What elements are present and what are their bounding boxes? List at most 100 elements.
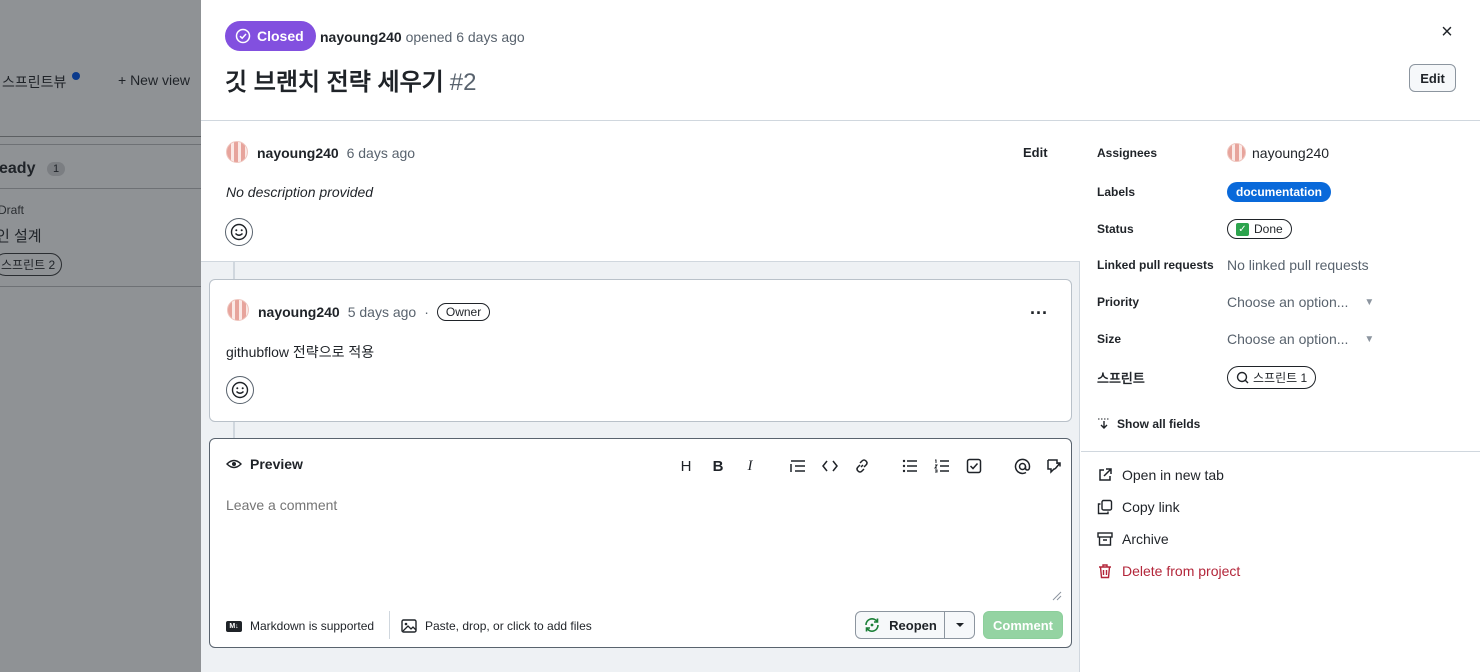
comment-input[interactable] xyxy=(210,489,1065,605)
comment-button[interactable]: Comment xyxy=(983,611,1063,639)
preview-tab-label: Preview xyxy=(250,456,303,472)
quote-icon[interactable] xyxy=(782,455,814,477)
field-label: Labels xyxy=(1097,185,1136,199)
avatar[interactable] xyxy=(226,141,248,163)
code-icon[interactable] xyxy=(814,455,846,477)
comment-author-name[interactable]: nayoung240 xyxy=(258,304,340,320)
divider xyxy=(1081,451,1480,452)
reference-icon[interactable] xyxy=(1038,455,1070,477)
project-board-background: 스프린트뷰 + New view eady 1 Draft 인 설계 스프린트 … xyxy=(0,0,201,672)
field-priority[interactable]: Priority Choose an option... ▼ xyxy=(1097,294,1374,310)
avatar[interactable] xyxy=(227,299,249,321)
description-body: No description provided xyxy=(226,184,374,200)
card-type: Draft xyxy=(0,203,25,217)
markdown-note-text: Markdown is supported xyxy=(250,619,375,633)
field-labels[interactable]: Labels documentation xyxy=(1097,182,1331,202)
field-iteration[interactable]: 스프린트 스프린트 1 xyxy=(1097,366,1317,389)
edit-title-button[interactable]: Edit xyxy=(1409,64,1456,92)
header-author[interactable]: nayoung240 xyxy=(320,29,402,45)
view-tabs: 스프린트뷰 + New view xyxy=(0,70,201,92)
column-count: 1 xyxy=(47,162,66,176)
triangle-down-icon xyxy=(955,623,964,627)
more-options-icon[interactable]: ... xyxy=(1030,298,1048,319)
markdown-note[interactable]: M↓ Markdown is supported xyxy=(226,619,374,633)
archive-button[interactable]: Archive xyxy=(1097,531,1169,547)
field-linked-pull-requests[interactable]: Linked pull requests No linked pull requ… xyxy=(1097,257,1369,273)
comment-editor: Preview H B I Leave a comment M↓ Markdow… xyxy=(209,438,1072,648)
chevron-down-icon: ▼ xyxy=(1364,296,1375,308)
attach-files-button[interactable]: Paste, drop, or click to add files xyxy=(401,619,592,633)
mention-icon[interactable] xyxy=(1006,455,1038,477)
archive-label: Archive xyxy=(1122,531,1169,547)
description-time: 6 days ago xyxy=(346,145,416,161)
view-tab-sprint[interactable]: 스프린트뷰 xyxy=(2,72,66,92)
open-in-new-tab-label: Open in new tab xyxy=(1122,467,1224,483)
priority-placeholder: Choose an option... xyxy=(1227,294,1349,310)
description-author-name[interactable]: nayoung240 xyxy=(257,145,339,161)
add-reaction-button[interactable] xyxy=(226,376,254,404)
open-in-new-tab-button[interactable]: Open in new tab xyxy=(1097,467,1224,483)
field-label: Priority xyxy=(1097,295,1140,309)
comment-card: nayoung240 5 days ago · Owner ... github… xyxy=(209,279,1072,422)
chevron-down-icon: ▼ xyxy=(1364,333,1375,345)
smiley-icon xyxy=(230,223,248,241)
field-size[interactable]: Size Choose an option... ▼ xyxy=(1097,331,1374,347)
owner-badge: Owner xyxy=(436,303,491,321)
delete-from-project-button[interactable]: Delete from project xyxy=(1097,563,1240,579)
comment-author: nayoung240 5 days ago · Owner xyxy=(258,303,491,321)
divider xyxy=(0,136,201,137)
field-label: Size xyxy=(1097,332,1122,346)
edit-description-button[interactable]: Edit xyxy=(1023,145,1048,160)
field-label: Assignees xyxy=(1097,145,1158,160)
issue-side-panel: Closed nayoung240 opened 6 days ago 깃 브랜… xyxy=(201,0,1480,672)
field-status[interactable]: Status ✓ Done xyxy=(1097,219,1292,239)
copy-link-button[interactable]: Copy link xyxy=(1097,499,1180,515)
reopen-label: Reopen xyxy=(889,617,937,633)
task-list-icon[interactable] xyxy=(958,455,990,477)
divider xyxy=(0,188,201,189)
issue-number: #2 xyxy=(449,69,477,96)
smiley-icon xyxy=(231,381,249,399)
preview-tab[interactable]: Preview xyxy=(226,456,303,472)
unsaved-dot xyxy=(72,72,80,80)
new-view-button[interactable]: + New view xyxy=(118,72,190,88)
close-icon[interactable]: × xyxy=(1437,22,1457,42)
state-label: Closed xyxy=(257,28,304,44)
assignee-name: nayoung240 xyxy=(1252,144,1330,161)
divider xyxy=(389,611,390,639)
divider xyxy=(0,286,201,287)
status-value: Done xyxy=(1254,222,1283,236)
link-external-icon xyxy=(1099,468,1112,481)
opened-info: nayoung240 opened 6 days ago xyxy=(320,29,525,45)
issue-main-column: nayoung240 6 days ago Edit No descriptio… xyxy=(201,121,1080,672)
show-all-fields-button[interactable]: Show all fields xyxy=(1097,417,1200,431)
image-icon xyxy=(401,619,417,633)
card-title[interactable]: 인 설계 xyxy=(0,225,42,246)
formatting-toolbar: H B I xyxy=(670,455,1070,477)
resize-handle-icon[interactable] xyxy=(1052,591,1062,601)
iteration-icon xyxy=(1236,371,1249,384)
iteration-value: 스프린트 1 xyxy=(1253,371,1308,385)
heading-icon[interactable]: H xyxy=(670,455,702,477)
priority-value: Choose an option... ▼ xyxy=(1227,294,1374,310)
link-icon[interactable] xyxy=(846,455,878,477)
reopen-button[interactable]: Reopen xyxy=(855,611,945,639)
field-label: Status xyxy=(1097,222,1134,236)
description-author: nayoung240 6 days ago xyxy=(257,145,415,161)
bullet-list-icon[interactable] xyxy=(894,455,926,477)
italic-icon[interactable]: I xyxy=(734,455,766,477)
paste-note-text: Paste, drop, or click to add files xyxy=(425,619,592,633)
status-chip: ✓ Done xyxy=(1227,219,1292,239)
archive-icon xyxy=(1097,532,1113,546)
field-assignees[interactable]: Assignees nayoung240 xyxy=(1097,143,1329,162)
bold-icon[interactable]: B xyxy=(702,455,734,477)
issue-title-text: 깃 브랜치 전략 세우기 xyxy=(225,69,444,96)
divider xyxy=(0,144,201,145)
reopen-button-group: Reopen xyxy=(855,611,975,639)
add-reaction-button[interactable] xyxy=(225,218,253,246)
reopen-options-button[interactable] xyxy=(945,611,975,639)
avatar xyxy=(1227,143,1246,162)
numbered-list-icon[interactable] xyxy=(926,455,958,477)
comment-time: 5 days ago xyxy=(347,304,417,320)
copy-icon xyxy=(1097,499,1113,515)
